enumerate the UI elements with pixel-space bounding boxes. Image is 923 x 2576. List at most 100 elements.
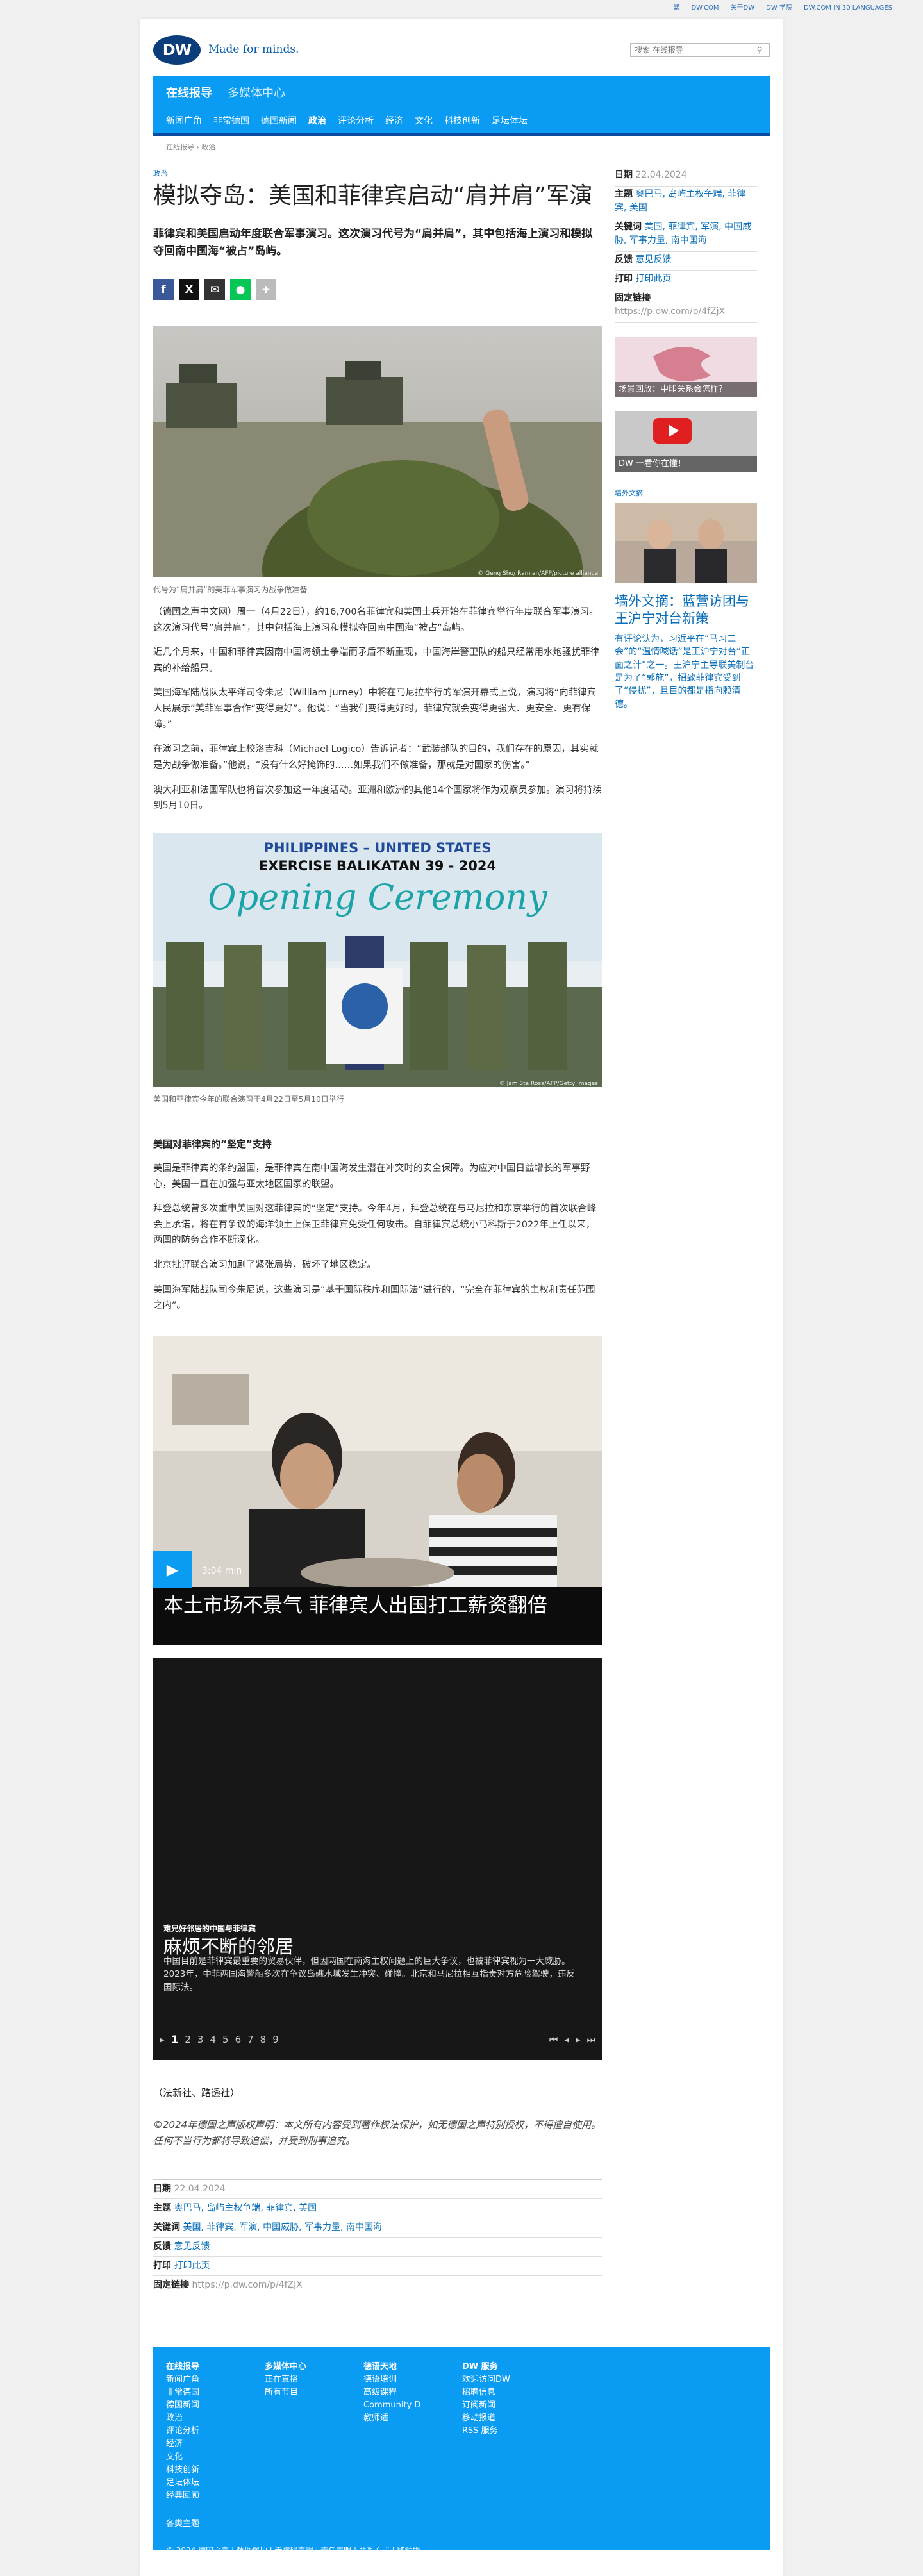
gallery-page[interactable]: 4 (210, 2032, 216, 2049)
breadcrumb-item[interactable]: 在线报导 (166, 143, 194, 151)
print-link[interactable]: 打印此页 (174, 2261, 210, 2271)
sidebar: 日期 22.04.2024 主题 奥巴马, 岛屿主权争端, 菲律宾, 美国 关键… (615, 160, 757, 2295)
footer-heading[interactable]: 多媒体中心 (265, 2361, 324, 2373)
footer-heading[interactable]: DW 服务 (462, 2361, 521, 2373)
meta-label: 固定链接 (153, 2279, 189, 2290)
footer-link[interactable]: 非常德国 (166, 2386, 225, 2399)
meta-topics[interactable]: 奥巴马, 岛屿主权争端, 菲律宾, 美国 (615, 189, 745, 213)
article-image-2[interactable]: PHILIPPINES – UNITED STATES EXERCISE BAL… (153, 833, 602, 1092)
permalink[interactable]: https://p.dw.com/p/4fZjX (615, 306, 725, 317)
meta-label: 主题 (153, 2202, 171, 2213)
footer-link[interactable]: 德国新闻 (166, 2399, 225, 2412)
gallery-page[interactable]: 9 (272, 2032, 279, 2049)
meta-date: 22.04.2024 (635, 169, 687, 180)
video-title[interactable]: 本土市场不景气 菲律宾人出国打工薪资翻倍 (163, 1591, 547, 1621)
breadcrumb-item[interactable]: 政治 (201, 143, 215, 151)
topbar-link-dwcom[interactable]: DW.COM (691, 3, 719, 13)
gallery-page[interactable]: 3 (197, 2032, 204, 2049)
nav-sub-item[interactable]: 文化 (415, 115, 433, 128)
x-icon[interactable]: X (179, 279, 199, 301)
footer-link[interactable]: 评论分析 (166, 2425, 225, 2438)
gallery-page[interactable]: 6 (235, 2032, 242, 2049)
gallery-page[interactable]: 2 (185, 2032, 191, 2049)
footer-link[interactable]: Community D (363, 2399, 422, 2412)
article-kicker[interactable]: 政治 (153, 169, 602, 179)
meta-topics[interactable]: 奥巴马, 岛屿主权争端, 菲律宾, 美国 (174, 2203, 317, 2213)
article-image-1[interactable]: © Geng Shu/ Ramjan/AFP/picture alliance (153, 326, 602, 660)
footer-link[interactable]: 科技创新 (166, 2464, 225, 2477)
footer-link[interactable]: 高级课程 (363, 2386, 422, 2399)
sidebar-kicker[interactable]: 墙外文摘 (615, 488, 757, 499)
gallery-page[interactable]: 7 (247, 2032, 254, 2049)
nav-sub-item[interactable]: 科技创新 (444, 115, 480, 128)
footer-link[interactable]: 移动报道 (462, 2412, 521, 2425)
side-promo-1[interactable]: 场景回放：中印关系会怎样? (615, 337, 757, 397)
feedback-link[interactable]: 意见反馈 (635, 254, 671, 265)
footer-heading[interactable]: 在线报导 (166, 2361, 225, 2373)
search-input[interactable] (631, 44, 753, 56)
meta-label: 主题 (615, 188, 633, 199)
footer-legal-links[interactable]: © 2024 德国之声 | 数据保护 | 无障碍声明 | 责任声明 | 联系方式… (166, 2545, 757, 2556)
footer-heading[interactable]: 德语天地 (363, 2361, 422, 2373)
gallery-page[interactable]: 5 (222, 2032, 229, 2049)
article-paragraph: 在演习之前，菲律宾上校洛吉科（Michael Logico）告诉记者：“武装部队… (153, 744, 599, 770)
footer-link[interactable]: 新闻广角 (166, 2373, 225, 2386)
meta-label: 关键词 (615, 221, 642, 232)
email-icon[interactable]: ✉ (204, 279, 225, 301)
nav-sub-item[interactable]: 评论分析 (338, 115, 374, 128)
footer-link[interactable]: 欢迎访问DW (462, 2373, 521, 2386)
footer-link[interactable]: 订阅新闻 (462, 2399, 521, 2412)
footer-link[interactable]: 正在直播 (265, 2373, 324, 2386)
nav-online-reports[interactable]: 在线报导 (166, 85, 212, 102)
footer-link[interactable]: 各类主题 (166, 2518, 225, 2530)
topbar-link-academy[interactable]: DW 学院 (766, 3, 792, 13)
last-icon[interactable]: ⏭ (586, 2032, 595, 2049)
play-icon[interactable]: ▶ (153, 1551, 192, 1589)
facebook-icon[interactable]: f (153, 279, 174, 301)
meta-label: 反馈 (615, 254, 633, 265)
nav-sub-item[interactable]: 新闻广角 (166, 115, 202, 128)
footer-link[interactable]: 文化 (166, 2451, 225, 2464)
gallery-page[interactable]: 8 (260, 2032, 267, 2049)
slogan: Made for minds. (208, 43, 299, 56)
topbar-link-traditional[interactable]: 繁 (673, 3, 679, 13)
gallery-play-icon[interactable]: ▸ (160, 2032, 165, 2049)
permalink[interactable]: https://p.dw.com/p/4fZjX (192, 2280, 302, 2290)
line-icon[interactable]: ● (230, 279, 251, 301)
footer-link[interactable]: 教师适 (363, 2412, 422, 2425)
video-player[interactable]: ▶ 3:04 min 本土市场不景气 菲律宾人出国打工薪资翻倍 (153, 1336, 602, 1645)
logo[interactable]: DW Made for minds. (153, 35, 299, 65)
print-link[interactable]: 打印此页 (635, 274, 671, 284)
nav-sub-item[interactable]: 非常德国 (213, 115, 249, 128)
meta-label: 打印 (615, 273, 633, 284)
first-icon[interactable]: ⏮ (549, 2032, 558, 2049)
feedback-link[interactable]: 意见反馈 (174, 2241, 210, 2252)
footer-link[interactable]: 所有节目 (265, 2386, 324, 2399)
nav-media-center[interactable]: 多媒体中心 (228, 85, 285, 102)
footer-link[interactable]: 经典回顾 (166, 2489, 225, 2502)
sidebar-story[interactable]: 墙外文摘：蓝营访团与王沪宁对台新策 有评论认为，习近平在“马习二会”的“温情喊话… (615, 503, 757, 711)
nav-sub-item[interactable]: 经济 (385, 115, 403, 128)
side-promo-2[interactable]: DW 一看你在懂！ (615, 411, 757, 472)
sidebar-story-title[interactable]: 墙外文摘：蓝营访团与王沪宁对台新策 (615, 593, 757, 628)
image-gallery[interactable]: 难兄好邻居的中国与菲律宾 麻烦不断的邻居 中国目前是菲律宾最重要的贸易伙伴，但因… (153, 1658, 602, 2061)
topbar-link-about[interactable]: 关于DW (731, 3, 755, 13)
prev-icon[interactable]: ◂ (564, 2032, 569, 2049)
footer-link[interactable]: RSS 服务 (462, 2425, 521, 2438)
next-icon[interactable]: ▸ (576, 2032, 581, 2049)
gallery-page[interactable]: 1 (171, 2032, 179, 2049)
nav-sub-item[interactable]: 足坛体坛 (492, 115, 528, 128)
banner-line-1: PHILIPPINES – UNITED STATES (264, 840, 492, 856)
article-paragraph: 拜登总统曾多次重申美国对这菲律宾的“坚定”支持。今年4月，拜登总统在与马尼拉和东… (153, 1204, 597, 1246)
nav-sub-item[interactable]: 德国新闻 (261, 115, 297, 128)
search-icon[interactable]: ⚲ (753, 44, 767, 56)
footer-link[interactable]: 招聘信息 (462, 2386, 521, 2399)
topbar-link-languages[interactable]: DW.COM IN 30 LANGUAGES (804, 3, 892, 13)
footer-link[interactable]: 经济 (166, 2438, 225, 2450)
meta-keywords[interactable]: 美国, 菲律宾, 军演, 中国威胁, 军事力量, 南中国海 (183, 2222, 382, 2232)
more-share-icon[interactable]: + (256, 279, 276, 301)
footer-link[interactable]: 足坛体坛 (166, 2477, 225, 2489)
footer-link[interactable]: 政治 (166, 2412, 225, 2425)
footer-link[interactable]: 德语培训 (363, 2373, 422, 2386)
nav-sub-item-active[interactable]: 政治 (308, 115, 326, 128)
